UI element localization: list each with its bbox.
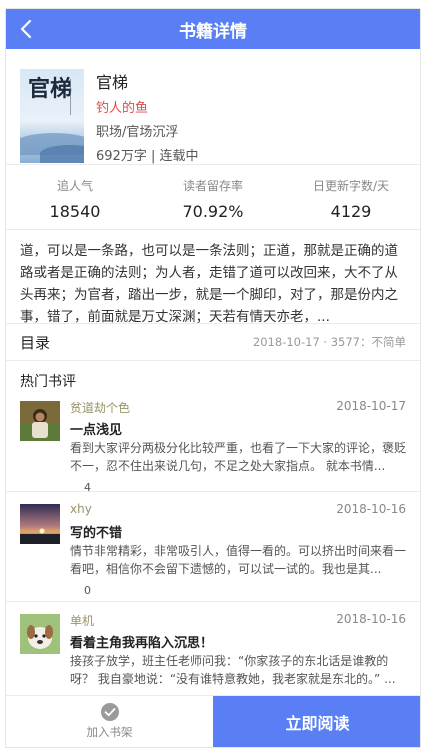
back-button[interactable] [12,15,40,43]
page-title: 书籍详情 [179,21,247,42]
stat-value: 70.92% [182,202,244,221]
add-to-shelf-label: 加入书架 [86,725,133,739]
book-meta: 692万字 | 连载中 [96,149,199,164]
avatar-image [20,401,60,441]
hot-reviews-heading: 热门书评 [20,374,76,390]
review-like-count[interactable]: 0 [70,584,406,600]
review-date: 2018-10-17 [336,399,406,413]
review-title: 写的不错 [70,526,123,541]
check-circle-icon [100,703,119,721]
toc-label: 目录 [20,333,51,352]
book-info: 官梯 钓人的鱼 职场/官场沉浮 692万字 | 连载中 [84,69,198,164]
read-now-label: 立即阅读 [285,713,350,733]
review-username[interactable]: xhy [70,502,92,518]
cover-decoration [70,79,78,115]
avatar[interactable] [20,401,60,441]
stat-retention: 读者留存率 70.92% [144,165,282,229]
stat-daily-words: 日更新字数/天 4129 [282,165,420,229]
review-item[interactable]: 单机 2018-10-16 看着主角我再陷入沉思！ 接孩子放学，班主任老师问我：… [6,601,420,691]
description-text: 道，可以是一条路，也可以是一条法则；正道，那就是正确的道路或者是正确的法则；为人… [20,243,398,324]
table-of-contents-row[interactable]: 目录 2018-10-17 · 3577：不简单 [6,324,420,361]
review-header: 单机 2018-10-16 [70,612,406,628]
add-to-shelf-button[interactable]: 加入书架 [6,696,213,747]
book-stats: 追人气 18540 读者留存率 70.92% 日更新字数/天 4129 [6,164,420,230]
review-text: 看到大家评分两极分化比较严重，也看了一下大家的评论，褒贬不一，忍不住出来说几句，… [70,441,406,473]
review-username[interactable]: 贫道劫个色 [70,399,130,415]
book-author[interactable]: 钓人的鱼 [96,97,198,117]
stat-label: 日更新字数/天 [312,179,390,193]
read-now-button[interactable]: 立即阅读 [213,696,420,747]
stat-label: 读者留存率 [182,179,243,193]
avatar[interactable] [20,614,60,654]
review-title: 看着主角我再陷入沉思！ [70,636,214,651]
stat-value: 18540 [49,202,101,221]
chevron-left-icon [20,19,32,39]
review-item[interactable]: 贫道劫个色 2018-10-17 一点浅见 看到大家评分两极分化比较严重，也看了… [6,393,420,494]
book-description[interactable]: 道，可以是一条路，也可以是一条法则；正道，那就是正确的道路或者是正确的法则；为人… [6,230,420,324]
review-username[interactable]: 单机 [70,612,94,628]
review-text: 情节非常精彩，非常吸引人，值得一看的。可以挤出时间来看一看吧，相信你不会留下遗憾… [70,544,406,576]
review-header: 贫道劫个色 2018-10-17 [70,399,406,415]
avatar[interactable] [20,504,60,544]
review-body: 贫道劫个色 2018-10-17 一点浅见 看到大家评分两极分化比较严重，也看了… [60,399,406,494]
book-title: 官梯 [96,73,129,92]
review-body: xhy 2018-10-16 写的不错 情节非常精彩，非常吸引人，值得一看的。可… [60,502,406,601]
review-text: 接孩子放学，班主任老师问我：“你家孩子的东北话是谁教的呀？ 我自豪地说：“没有谁… [70,654,396,686]
review-date: 2018-10-16 [336,502,406,516]
avatar-image [20,614,60,654]
avatar-image [20,504,60,544]
stat-popularity: 追人气 18540 [6,165,144,229]
review-title: 一点浅见 [70,423,123,438]
review-body: 单机 2018-10-16 看着主角我再陷入沉思！ 接孩子放学，班主任老师问我：… [60,612,406,691]
book-cover[interactable]: 官梯 [20,69,84,163]
app-frame: 书籍详情 官梯 官梯 钓人的鱼 职场/官场沉浮 692万字 | 连载中 追人气 … [5,8,421,748]
review-item[interactable]: xhy 2018-10-16 写的不错 情节非常精彩，非常吸引人，值得一看的。可… [6,491,420,601]
review-header: xhy 2018-10-16 [70,502,406,518]
cover-mountain [40,145,84,163]
book-summary: 官梯 官梯 钓人的鱼 职场/官场沉浮 692万字 | 连载中 [6,49,420,164]
cover-title: 官梯 [28,76,73,102]
review-date: 2018-10-16 [336,612,406,626]
stat-value: 4129 [330,202,372,221]
bottom-action-bar: 加入书架 立即阅读 [6,695,420,747]
toc-latest-chapter: 2018-10-17 · 3577：不简单 [252,335,406,349]
top-bar: 书籍详情 [6,9,420,49]
book-category: 职场/官场沉浮 [96,125,179,140]
stat-label: 追人气 [56,179,93,193]
